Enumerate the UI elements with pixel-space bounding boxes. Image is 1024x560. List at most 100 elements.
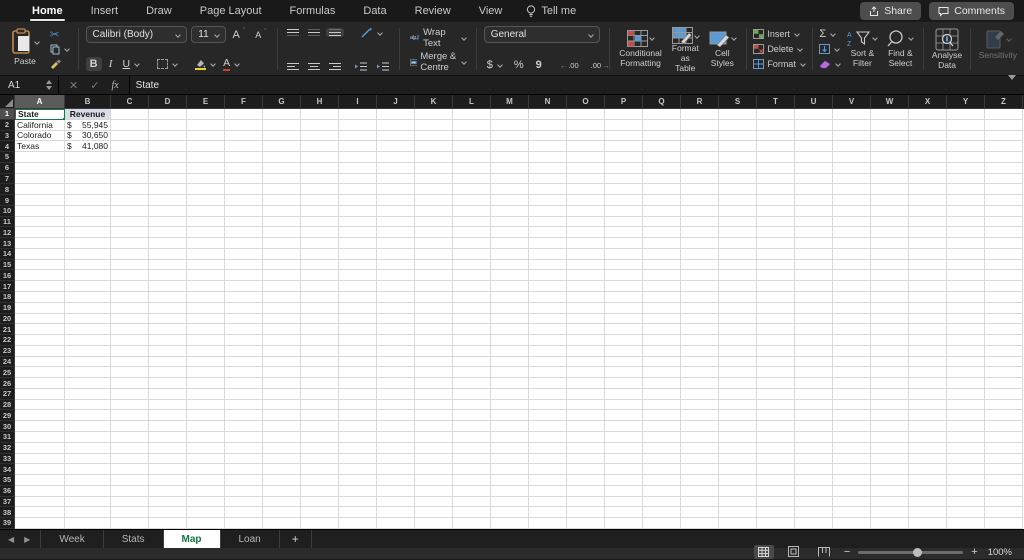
sheet-tab-week[interactable]: Week	[40, 530, 104, 548]
cell-K2[interactable]	[415, 119, 453, 131]
cell-K12[interactable]	[415, 227, 453, 239]
cell-V20[interactable]	[833, 313, 871, 325]
cell-F19[interactable]	[225, 302, 263, 314]
cell-I12[interactable]	[339, 227, 377, 239]
cell-T21[interactable]	[757, 324, 795, 336]
cell-L7[interactable]	[453, 173, 491, 185]
cell-V2[interactable]	[833, 119, 871, 131]
cell-C34[interactable]	[111, 464, 149, 476]
cell-H37[interactable]	[301, 496, 339, 508]
cell-J8[interactable]	[377, 184, 415, 196]
cell-D33[interactable]	[149, 453, 187, 465]
cell-R8[interactable]	[681, 184, 719, 196]
cell-Q29[interactable]	[643, 410, 681, 422]
cell-P13[interactable]	[605, 238, 643, 249]
cell-E32[interactable]	[187, 442, 225, 454]
cell-X16[interactable]	[909, 270, 947, 282]
cell-D5[interactable]	[149, 152, 187, 163]
cell-W17[interactable]	[871, 281, 909, 293]
cell-S6[interactable]	[719, 162, 757, 174]
cell-X4[interactable]	[909, 141, 947, 153]
cell-K8[interactable]	[415, 184, 453, 196]
cell-L32[interactable]	[453, 442, 491, 454]
cell-N10[interactable]	[529, 205, 567, 217]
cell-L19[interactable]	[453, 302, 491, 314]
cell-T13[interactable]	[757, 238, 795, 249]
cell-X27[interactable]	[909, 388, 947, 400]
cell-N15[interactable]	[529, 259, 567, 271]
cell-A18[interactable]	[15, 292, 65, 303]
cell-Y1[interactable]	[947, 109, 985, 120]
cell-J29[interactable]	[377, 410, 415, 422]
cell-I4[interactable]	[339, 141, 377, 153]
cell-W36[interactable]	[871, 485, 909, 497]
cell-R28[interactable]	[681, 399, 719, 411]
align-left-button[interactable]	[284, 62, 302, 71]
cell-J5[interactable]	[377, 152, 415, 163]
cell-J36[interactable]	[377, 485, 415, 497]
cell-Z1[interactable]	[985, 109, 1023, 120]
cell-J14[interactable]	[377, 248, 415, 260]
cell-C9[interactable]	[111, 195, 149, 206]
format-painter-button[interactable]	[50, 56, 69, 71]
cell-Z33[interactable]	[985, 453, 1023, 465]
cell-Z34[interactable]	[985, 464, 1023, 476]
cell-H34[interactable]	[301, 464, 339, 476]
cell-styles-button[interactable]: Cell Styles	[706, 26, 739, 72]
comments-button[interactable]: Comments	[929, 2, 1014, 20]
cell-C23[interactable]	[111, 345, 149, 357]
cell-G37[interactable]	[263, 496, 301, 508]
cell-V37[interactable]	[833, 496, 871, 508]
cell-G30[interactable]	[263, 421, 301, 432]
cell-Y10[interactable]	[947, 205, 985, 217]
cell-S5[interactable]	[719, 152, 757, 163]
cell-E38[interactable]	[187, 507, 225, 519]
cell-G28[interactable]	[263, 399, 301, 411]
cell-J3[interactable]	[377, 130, 415, 142]
cell-T1[interactable]	[757, 109, 795, 120]
cell-I7[interactable]	[339, 173, 377, 185]
cell-Z10[interactable]	[985, 205, 1023, 217]
cell-D14[interactable]	[149, 248, 187, 260]
cell-E12[interactable]	[187, 227, 225, 239]
column-header-F[interactable]: F	[225, 95, 263, 109]
cell-I31[interactable]	[339, 431, 377, 443]
cell-P38[interactable]	[605, 507, 643, 519]
cell-S29[interactable]	[719, 410, 757, 422]
cell-T30[interactable]	[757, 421, 795, 432]
cell-I2[interactable]	[339, 119, 377, 131]
cell-H27[interactable]	[301, 388, 339, 400]
cell-G38[interactable]	[263, 507, 301, 519]
cell-A30[interactable]	[15, 421, 65, 432]
cell-M28[interactable]	[491, 399, 529, 411]
cell-B11[interactable]	[65, 216, 111, 228]
cell-X13[interactable]	[909, 238, 947, 249]
cell-Y34[interactable]	[947, 464, 985, 476]
cell-B26[interactable]	[65, 378, 111, 389]
cell-D28[interactable]	[149, 399, 187, 411]
cell-G9[interactable]	[263, 195, 301, 206]
cell-K25[interactable]	[415, 367, 453, 379]
cell-O13[interactable]	[567, 238, 605, 249]
cell-V35[interactable]	[833, 475, 871, 486]
cell-M38[interactable]	[491, 507, 529, 519]
cell-P25[interactable]	[605, 367, 643, 379]
cell-B17[interactable]	[65, 281, 111, 293]
row-header-17[interactable]: 17	[0, 281, 15, 293]
cell-W6[interactable]	[871, 162, 909, 174]
cell-M5[interactable]	[491, 152, 529, 163]
cell-E39[interactable]	[187, 518, 225, 529]
cell-L36[interactable]	[453, 485, 491, 497]
cell-T15[interactable]	[757, 259, 795, 271]
add-sheet-button[interactable]: +	[280, 530, 312, 548]
cell-A35[interactable]	[15, 475, 65, 486]
cell-C22[interactable]	[111, 335, 149, 346]
cell-O37[interactable]	[567, 496, 605, 508]
cell-Y27[interactable]	[947, 388, 985, 400]
cell-A26[interactable]	[15, 378, 65, 389]
row-header-24[interactable]: 24	[0, 356, 15, 368]
cell-I35[interactable]	[339, 475, 377, 486]
cell-P23[interactable]	[605, 345, 643, 357]
cell-T33[interactable]	[757, 453, 795, 465]
cell-L31[interactable]	[453, 431, 491, 443]
